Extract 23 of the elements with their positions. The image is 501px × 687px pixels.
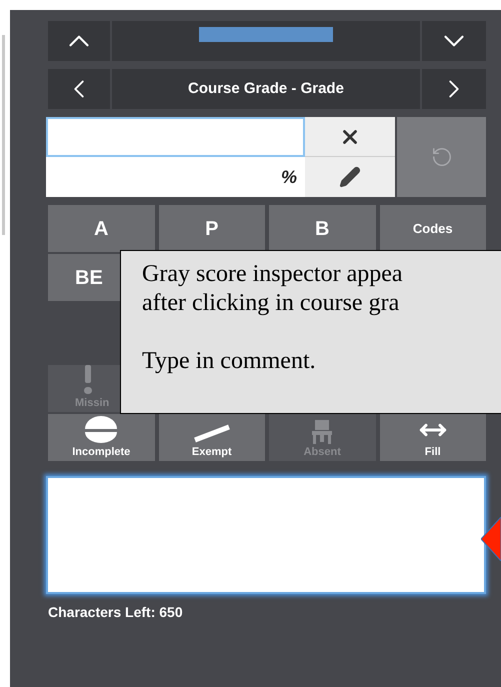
slash-icon: [192, 424, 232, 444]
percent-field[interactable]: %: [46, 157, 305, 197]
flag-button[interactable]: Fill: [380, 414, 486, 461]
pencil-icon: [339, 166, 361, 188]
undo-icon: [430, 146, 452, 168]
edit-button[interactable]: [305, 157, 395, 197]
grade-button[interactable]: P: [158, 205, 265, 252]
grade-button[interactable]: Codes: [380, 205, 486, 252]
comment-field[interactable]: [46, 476, 486, 594]
scrollbar[interactable]: [2, 35, 5, 235]
flag-button[interactable]: Exempt: [158, 414, 265, 461]
next-student-button[interactable]: [422, 21, 486, 61]
exclamation-icon: [83, 365, 93, 395]
assignment-title: Course Grade - Grade: [188, 78, 344, 99]
grade-button[interactable]: B: [269, 205, 376, 252]
characters-left-label: Characters Left: 650: [48, 603, 184, 622]
flag-button[interactable]: Incomplete: [48, 414, 154, 461]
previous-student-button[interactable]: [48, 21, 110, 61]
grade-button[interactable]: A: [48, 205, 154, 252]
arrow-tip: [481, 517, 501, 561]
score-field[interactable]: [46, 117, 305, 157]
clear-button[interactable]: [305, 117, 395, 157]
chair-icon: [311, 420, 334, 444]
